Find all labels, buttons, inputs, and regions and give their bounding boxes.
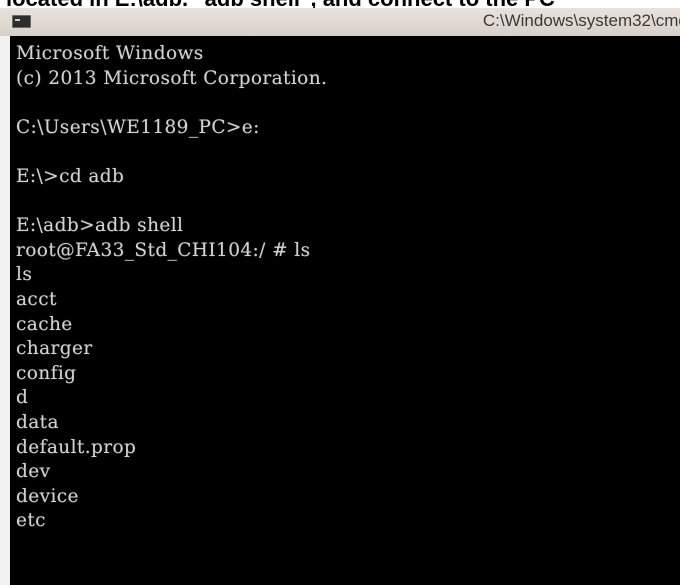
console-line: Microsoft Windows [16, 43, 204, 64]
console-line: cache [16, 313, 73, 335]
console-line: E:\>cd adb [16, 165, 125, 187]
console-line: device [16, 485, 79, 507]
console-line: d [16, 387, 29, 409]
console-line: dev [16, 461, 51, 483]
console-line: config [16, 362, 77, 384]
console-line: acct [16, 288, 57, 310]
console-lines: Microsoft Windows (c) 2013 Microsoft Cor… [10, 36, 680, 534]
console-line: etc [16, 510, 46, 532]
cmd-icon[interactable] [12, 15, 31, 28]
console-line: charger [16, 338, 93, 360]
console-output[interactable]: Microsoft Windows (c) 2013 Microsoft Cor… [0, 36, 680, 585]
window-titlebar[interactable]: C:\Windows\system32\cmd.exe [0, 8, 680, 36]
console-line: data [16, 411, 59, 433]
window-title: C:\Windows\system32\cmd.exe [482, 11, 680, 30]
console-line: C:\Users\WE1189_PC>e: [16, 116, 260, 138]
console-line: E:\adb>adb shell [16, 215, 184, 237]
console-line: (c) 2013 Microsoft Corporation. [16, 67, 328, 89]
cmd-window: C:\Windows\system32\cmd.exe Microsoft Wi… [0, 8, 680, 585]
console-line: default.prop [16, 436, 137, 458]
console-line: ls [16, 264, 33, 286]
console-line: root@FA33_Std_CHI104:/ # ls [16, 239, 311, 261]
